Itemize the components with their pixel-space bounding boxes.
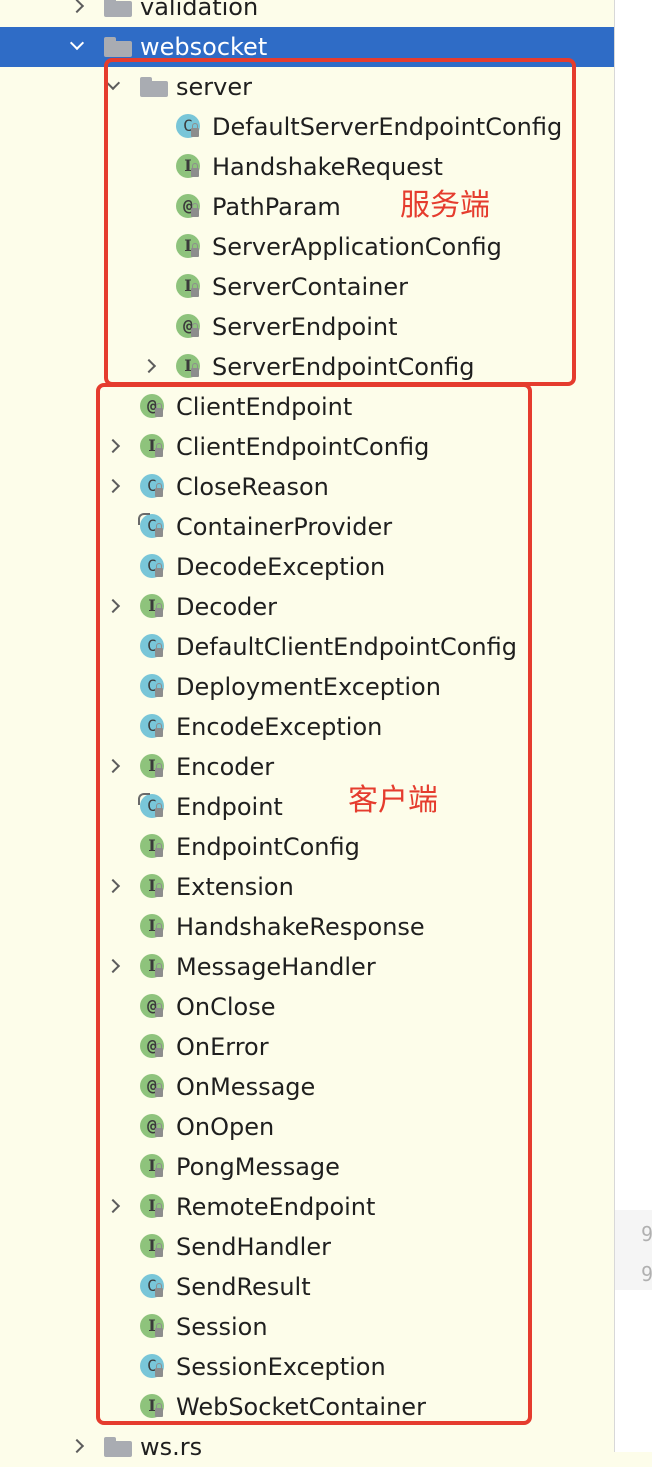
server-annotation: 服务端 xyxy=(400,188,490,223)
folder-icon xyxy=(104,37,132,57)
tree-folder-row[interactable]: ws.rs xyxy=(0,1427,614,1467)
tree-folder-row[interactable]: validation xyxy=(0,0,614,27)
server-highlight-box xyxy=(104,58,576,386)
chevron-right-icon[interactable] xyxy=(69,0,85,14)
tree-item-label: ws.rs xyxy=(140,1433,203,1461)
line-number: 9 xyxy=(641,1222,652,1246)
client-annotation: 客户端 xyxy=(348,783,438,818)
chevron-right-icon[interactable] xyxy=(69,1438,85,1454)
tree-item-label: validation xyxy=(140,0,259,21)
folder-icon xyxy=(104,1437,132,1457)
editor-panel-edge: 9 9 xyxy=(614,0,652,1452)
client-highlight-box xyxy=(96,383,532,1425)
folder-icon xyxy=(104,0,132,17)
line-number: 9 xyxy=(641,1262,652,1286)
chevron-down-icon[interactable] xyxy=(69,35,85,51)
